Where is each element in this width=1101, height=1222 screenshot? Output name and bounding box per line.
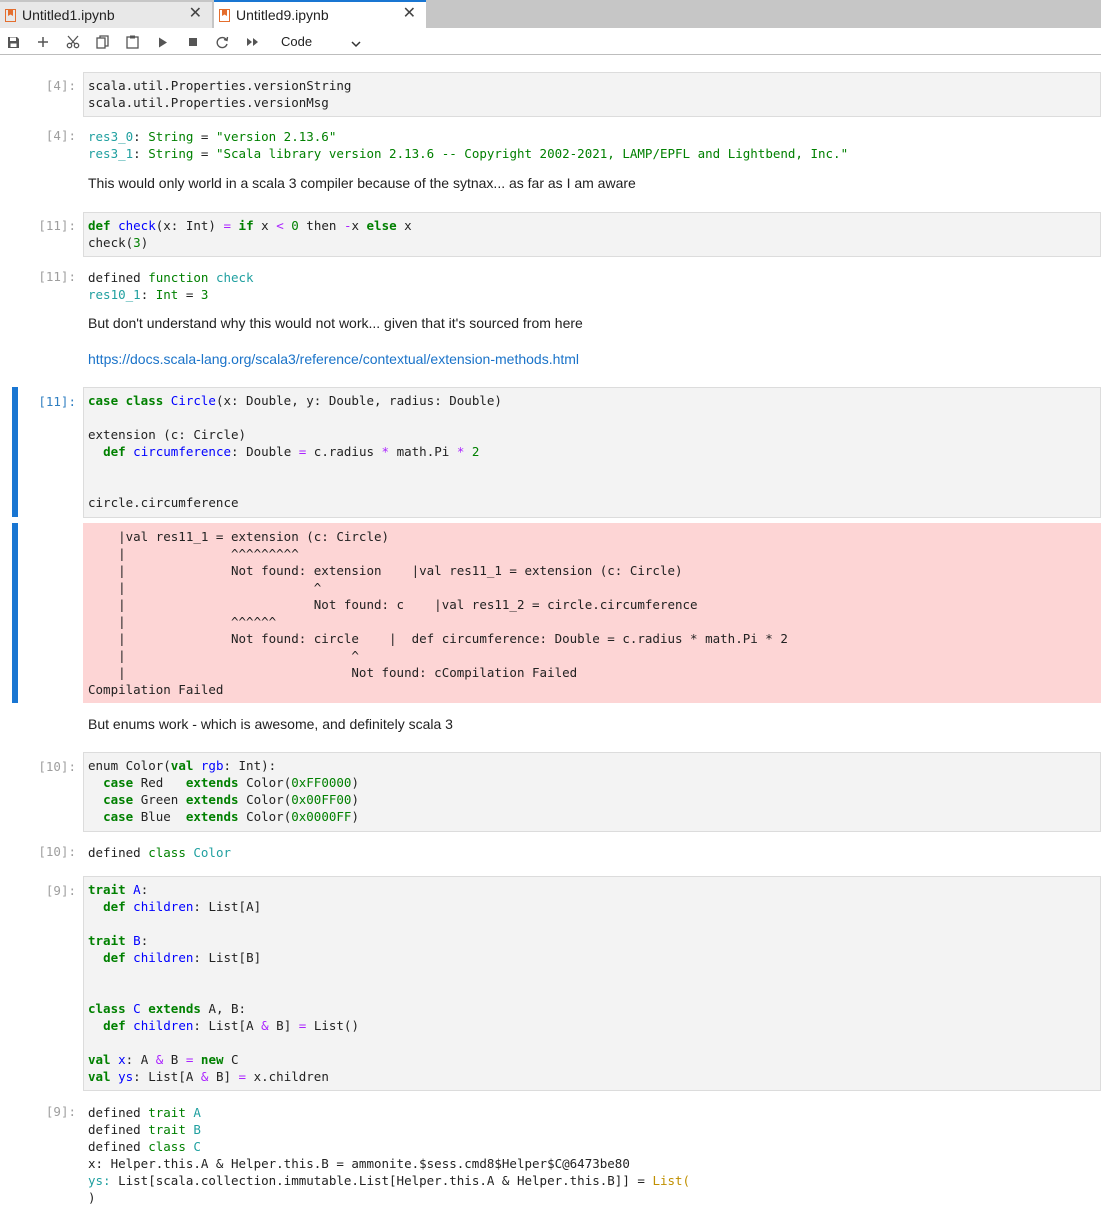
cut-icon[interactable]: [64, 33, 82, 51]
output-type: String: [148, 129, 194, 144]
output-type: String: [148, 146, 194, 161]
code-line: scala.util.Properties.versionMsg: [88, 95, 329, 110]
output-value: "version 2.13.6": [215, 129, 337, 144]
cell-output: res3_0: String = "version 2.13.6" res3_1…: [88, 129, 849, 161]
code-editor[interactable]: enum Color(val rgb: Int): case Red exten…: [84, 753, 1100, 829]
tab-untitled9[interactable]: Untitled9.ipynb ✕: [214, 0, 426, 28]
notebook-file-icon: [219, 8, 230, 22]
code-cell-input[interactable]: def check(x: Int) = if x < 0 then -x els…: [83, 212, 1101, 257]
cell-output: defined class Color: [88, 845, 232, 860]
docs-link[interactable]: https://docs.scala-lang.org/scala3/refer…: [88, 351, 579, 367]
code-editor[interactable]: trait A: def children: List[A] trait B: …: [84, 877, 1100, 1089]
notebook-toolbar: Code: [0, 28, 1101, 55]
input-prompt: [11]:: [38, 218, 76, 233]
output-var: res3_1: [88, 146, 134, 161]
restart-icon[interactable]: [213, 33, 231, 51]
chevron-down-icon[interactable]: [351, 35, 361, 53]
output-prompt: [4]:: [45, 128, 76, 143]
tab-label: Untitled9.ipynb: [236, 7, 329, 23]
notebook-file-icon: [5, 8, 16, 22]
code-editor[interactable]: scala.util.Properties.versionString scal…: [84, 73, 1100, 115]
stop-icon[interactable]: [184, 33, 202, 51]
output-text: defined: [88, 270, 149, 285]
input-prompt: [4]:: [45, 78, 76, 93]
close-icon[interactable]: ✕: [403, 6, 416, 22]
code-cell-input[interactable]: scala.util.Properties.versionString scal…: [83, 72, 1101, 117]
markdown-text: This would only world in a scala 3 compi…: [88, 175, 636, 191]
fast-forward-icon[interactable]: [244, 33, 262, 51]
markdown-text: But don't understand why this would not …: [88, 315, 583, 331]
output-text: check: [215, 270, 254, 285]
output-var: res10_1: [88, 287, 141, 302]
code-cell-input[interactable]: case class Circle(x: Double, y: Double, …: [83, 387, 1101, 518]
code-cell-input[interactable]: trait A: def children: List[A] trait B: …: [83, 876, 1101, 1091]
code-editor[interactable]: def check(x: Int) = if x < 0 then -x els…: [84, 213, 1100, 255]
markdown-text: But enums work - which is awesome, and d…: [88, 716, 453, 732]
copy-icon[interactable]: [93, 33, 111, 51]
cell-output: defined trait A defined trait B defined …: [88, 1105, 691, 1205]
output-type: Int: [155, 287, 179, 302]
tab-untitled1[interactable]: Untitled1.ipynb ✕: [0, 2, 212, 28]
save-icon[interactable]: [4, 33, 22, 51]
output-prompt: [9]:: [45, 1104, 76, 1119]
output-value: "Scala library version 2.13.6 -- Copyrig…: [215, 146, 849, 161]
code-editor[interactable]: case class Circle(x: Double, y: Double, …: [84, 388, 1100, 515]
tab-bar: Untitled1.ipynb ✕ Untitled9.ipynb ✕: [0, 0, 1101, 28]
error-text: |val res11_1 = extension (c: Circle) | ^…: [88, 529, 788, 697]
output-prompt: [10]:: [38, 844, 76, 859]
output-var: res3_0: [88, 129, 134, 144]
code-cell-input[interactable]: enum Color(val rgb: Int): case Red exten…: [83, 752, 1101, 832]
cell-output: defined function check res10_1: Int = 3: [88, 270, 254, 302]
active-cell-indicator[interactable]: [12, 387, 18, 517]
tab-label: Untitled1.ipynb: [22, 7, 115, 23]
output-text: function: [148, 270, 216, 285]
markdown-link-paragraph: https://docs.scala-lang.org/scala3/refer…: [88, 351, 579, 367]
output-value: 3: [200, 287, 209, 302]
active-cell-output-indicator[interactable]: [12, 523, 18, 703]
run-icon[interactable]: [154, 33, 172, 51]
error-output: |val res11_1 = extension (c: Circle) | ^…: [83, 523, 1101, 703]
code-line: scala.util.Properties.versionString: [88, 78, 352, 93]
input-prompt: [11]:: [38, 394, 76, 409]
close-icon[interactable]: ✕: [189, 6, 202, 22]
output-prompt: [11]:: [38, 269, 76, 284]
input-prompt: [9]:: [45, 883, 76, 898]
input-prompt: [10]:: [38, 759, 76, 774]
paste-icon[interactable]: [123, 33, 141, 51]
add-icon[interactable]: [34, 33, 52, 51]
cell-type-select[interactable]: Code: [281, 34, 312, 49]
